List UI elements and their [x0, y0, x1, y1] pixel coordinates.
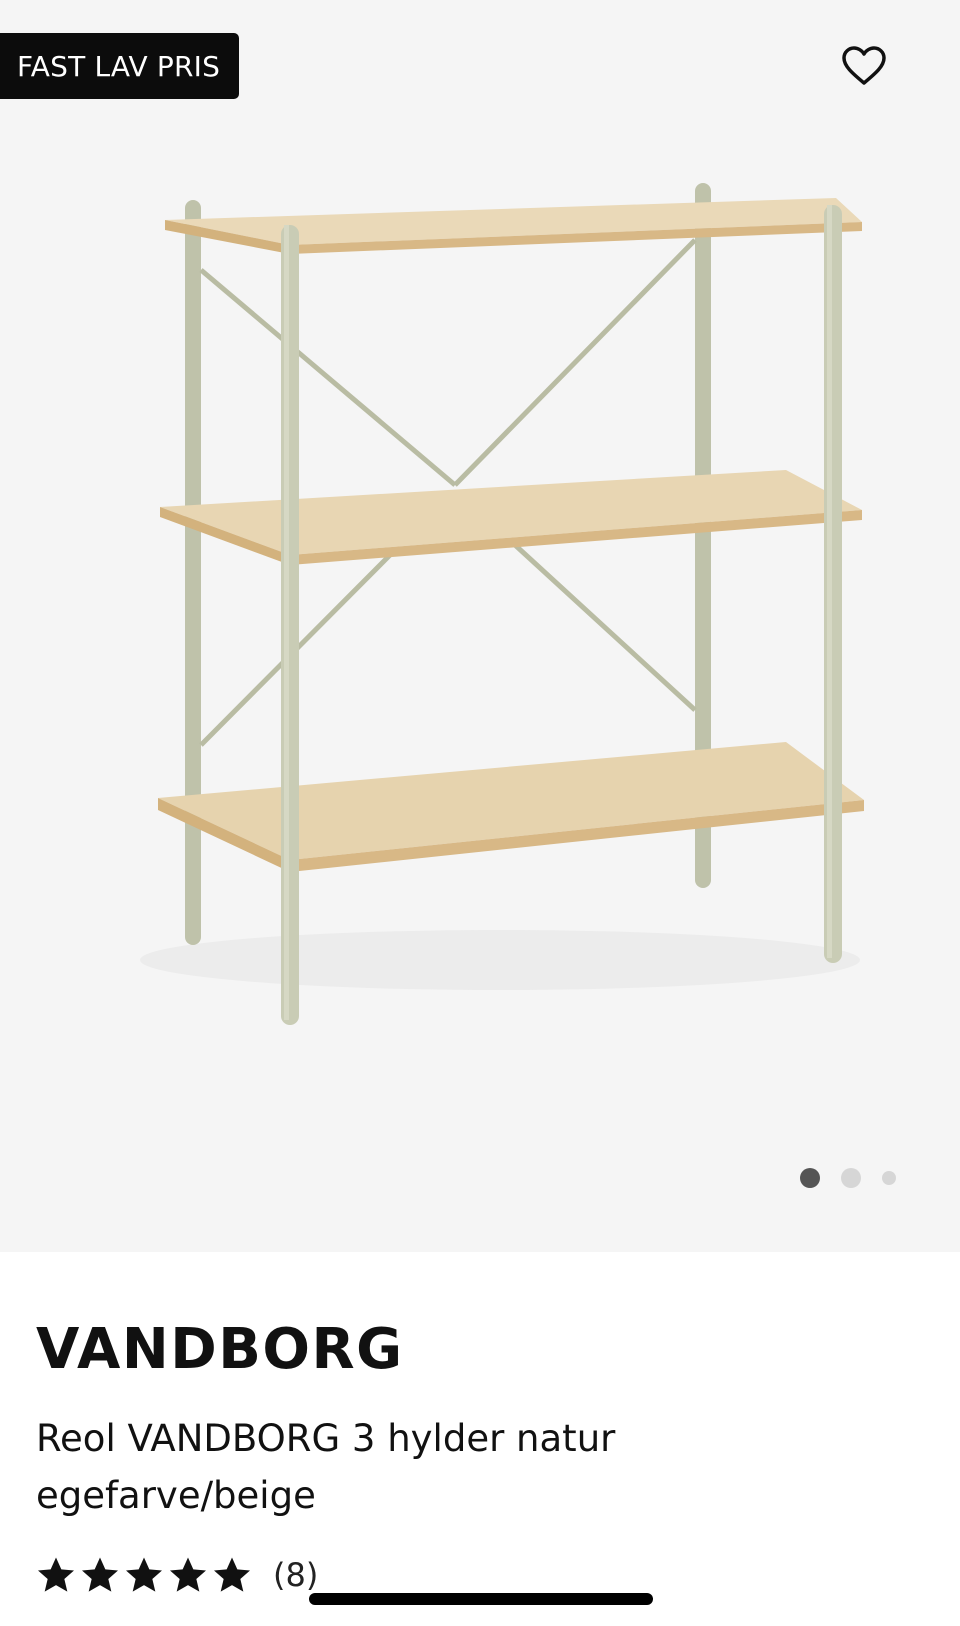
price-badge: FAST LAV PRIS	[0, 33, 239, 99]
product-image	[140, 183, 864, 1025]
pagination-dot[interactable]	[882, 1171, 896, 1185]
star-icon	[126, 1557, 162, 1592]
favorite-button[interactable]	[838, 40, 890, 92]
home-indicator[interactable]	[309, 1593, 653, 1605]
pagination-dot[interactable]	[841, 1168, 861, 1188]
star-icon	[170, 1557, 206, 1592]
star-icon	[214, 1557, 250, 1592]
product-gallery[interactable]: FAST LAV PRIS	[0, 0, 960, 1252]
product-brand: VANDBORG	[36, 1317, 404, 1382]
star-icon	[38, 1557, 74, 1592]
pagination-dot-active[interactable]	[800, 1168, 820, 1188]
heart-outline-icon	[842, 46, 886, 85]
gallery-pagination[interactable]	[800, 1168, 896, 1188]
star-icon	[82, 1557, 118, 1592]
product-title: Reol VANDBORG 3 hylder natur egefarve/be…	[36, 1417, 616, 1517]
star-rating	[36, 1555, 256, 1595]
review-count[interactable]: (8)	[273, 1556, 318, 1594]
product-rating[interactable]: (8)	[36, 1555, 318, 1595]
